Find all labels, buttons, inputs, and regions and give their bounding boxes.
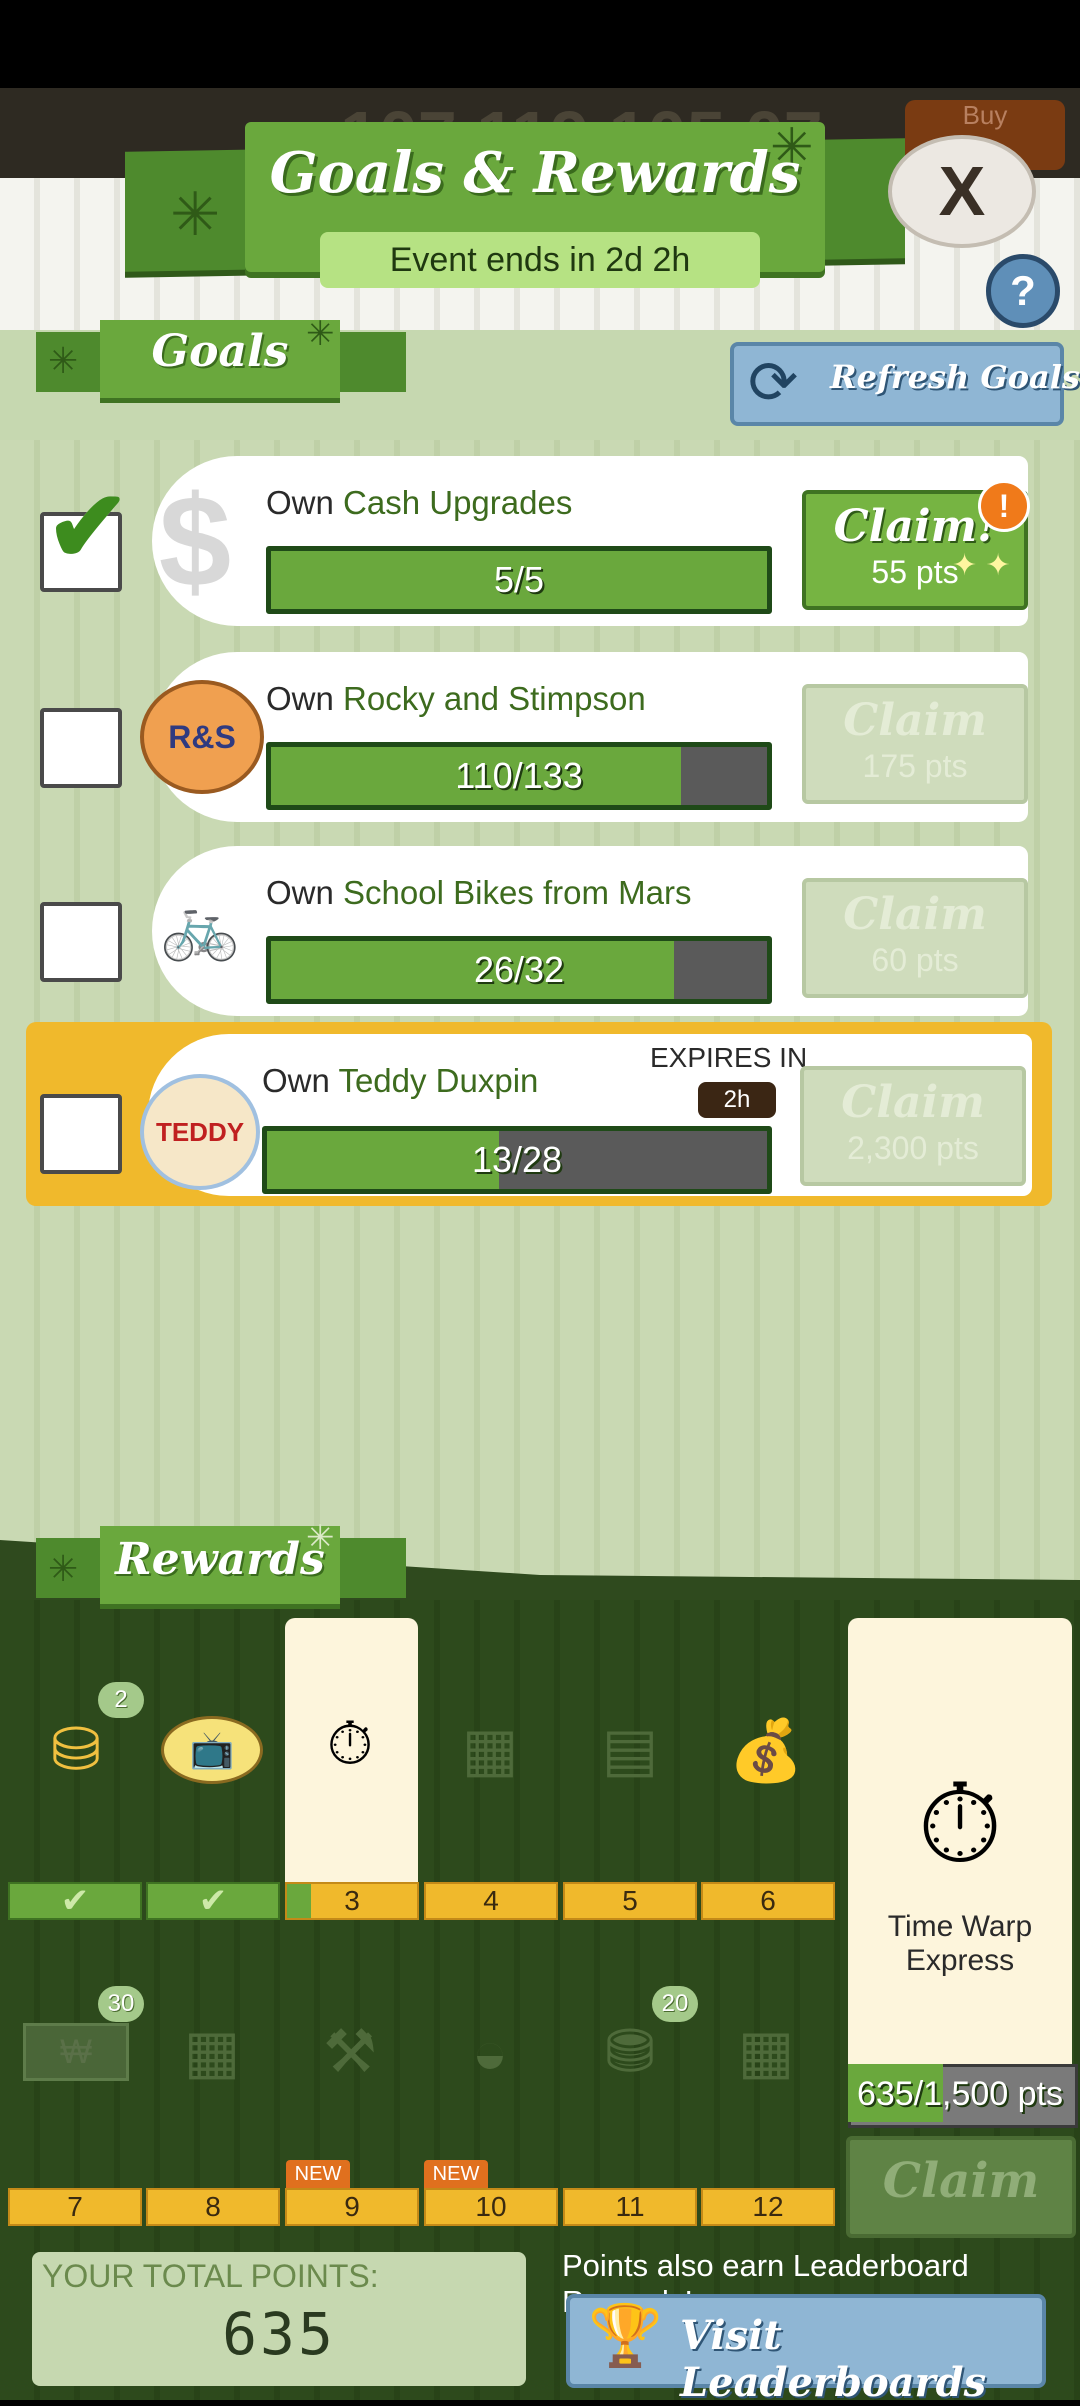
goals-section-title: Goals — [151, 326, 289, 377]
claim-points: 175 pts — [862, 748, 968, 784]
help-button[interactable]: ? — [986, 254, 1060, 328]
goal-progress-bar: 110/133 — [266, 742, 772, 810]
alert-badge: ! — [978, 480, 1030, 532]
money-bag-icon[interactable]: 💰 — [706, 1700, 826, 1800]
goal-checkbox — [40, 902, 122, 982]
expires-label: EXPIRES IN — [650, 1042, 808, 1073]
checkmark-icon: ✔ — [46, 471, 130, 583]
claim-button[interactable]: Claim 2,300 pts — [800, 1066, 1026, 1186]
crate-icon[interactable]: ▦ — [152, 2002, 272, 2102]
bikes-icon: 🚲 — [160, 889, 240, 962]
grand-prize-points: 635/1,500 pts — [856, 2075, 1064, 2113]
reward-slot: 10 — [424, 2188, 558, 2226]
crate-icon[interactable]: ▦ — [430, 1700, 550, 1800]
teddy-logo-text: TEDDY — [155, 1116, 245, 1147]
goal-progress-text: 13/28 — [471, 1139, 563, 1180]
reward-count-badge: 20 — [652, 1986, 698, 2022]
goal-checkbox — [40, 708, 122, 788]
dollar-icon: $ — [158, 468, 232, 614]
claim-button[interactable]: Claim 60 pts — [802, 878, 1028, 998]
star-decoration-icon: ✳ — [306, 1519, 335, 1557]
reward-slot: ✔ — [146, 1882, 280, 1920]
tv-icon[interactable]: 📺 — [152, 1700, 272, 1800]
bowl-icon[interactable]: ◒ — [430, 2002, 550, 2102]
reward-slot: ✔ — [8, 1882, 142, 1920]
goal-label: Own Teddy Duxpin — [262, 1062, 539, 1099]
card-icon[interactable]: ▤ — [570, 1700, 690, 1800]
refresh-goals-label: Refresh Goals — [830, 358, 1080, 396]
sparkle-icon: ✦ ✦ — [952, 549, 1011, 582]
claim-label: Claim — [841, 1077, 985, 1128]
goal-progress-bar: 13/28 — [262, 1126, 772, 1194]
reward-count-badge: 2 — [98, 1682, 144, 1718]
claim-button[interactable]: Claim 175 pts — [802, 684, 1028, 804]
goal-checkbox — [40, 1094, 122, 1174]
star-decoration-icon: ✳ — [48, 340, 79, 381]
goal-label: Own School Bikes from Mars — [266, 874, 692, 911]
visit-leaderboards-label: Visit Leaderboards — [680, 2312, 987, 2406]
star-decoration-icon: ✳ — [170, 181, 221, 248]
reward-slot: 12 — [701, 2188, 835, 2226]
claim-label: Claim — [843, 889, 987, 940]
new-badge: NEW — [424, 2160, 488, 2188]
claim-label: Claim — [843, 695, 987, 746]
reward-slot: 8 — [146, 2188, 280, 2226]
claim-label: Claim — [882, 2153, 1040, 2209]
goal-progress-text: 26/32 — [473, 949, 565, 990]
grand-prize-name: Time Warp Express — [887, 1910, 1033, 1977]
crate-icon[interactable]: ▦ — [706, 2002, 826, 2102]
refresh-icon: ⟳ — [748, 349, 799, 416]
event-timer: Event ends in 2d 2h — [320, 232, 760, 288]
reward-slot-progress — [287, 1884, 311, 1918]
claim-points: 60 pts — [871, 942, 959, 978]
rewards-section-title: Rewards — [115, 1534, 325, 1585]
expires-timer: 2h 57m — [698, 1082, 776, 1149]
anvil-icon[interactable]: ⚒ — [290, 2002, 410, 2102]
goal-label: Own Rocky and Stimpson — [266, 680, 646, 717]
goal-progress-text: 5/5 — [493, 559, 545, 600]
claim-grand-prize-button[interactable]: Claim — [846, 2136, 1076, 2238]
total-points-label: YOUR TOTAL POINTS: — [42, 2258, 379, 2294]
goal-progress-bar: 26/32 — [266, 936, 772, 1004]
teddy-icon: TEDDY — [140, 1074, 260, 1190]
checkmark-icon: ✔ — [198, 1882, 228, 1920]
goal-progress-text: 110/133 — [455, 755, 583, 796]
rocky-icon: R&S — [140, 680, 264, 794]
goal-progress-bar: 5/5 — [266, 546, 772, 614]
total-points-value: 635 — [222, 2300, 336, 2368]
page-title: Goals & Rewards — [269, 140, 801, 206]
close-button[interactable]: X — [888, 135, 1036, 248]
goal-label: Own Cash Upgrades — [266, 484, 573, 521]
new-badge: NEW — [286, 2160, 350, 2188]
status-bar — [0, 0, 1080, 88]
reward-count-badge: 30 — [98, 1986, 144, 2022]
claim-points: 2,300 pts — [847, 1130, 979, 1166]
reward-slot: 9 — [285, 2188, 419, 2226]
reward-slot: 5 — [563, 1882, 697, 1920]
reward-slot: 11 — [563, 2188, 697, 2226]
star-decoration-icon: ✳ — [306, 315, 335, 353]
reward-slot: 3 — [285, 1882, 419, 1920]
star-decoration-icon: ✳ — [48, 1548, 79, 1589]
time-warp-icon[interactable]: ⏱ — [290, 1694, 410, 1794]
time-warp-icon[interactable]: ⏱ — [880, 1750, 1040, 1900]
trophy-icon: 🏆 — [588, 2302, 663, 2369]
reward-slot: 4 — [424, 1882, 558, 1920]
reward-slot: 7 — [8, 2188, 142, 2226]
checkmark-icon: ✔ — [60, 1882, 90, 1920]
reward-slot: 6 — [701, 1882, 835, 1920]
